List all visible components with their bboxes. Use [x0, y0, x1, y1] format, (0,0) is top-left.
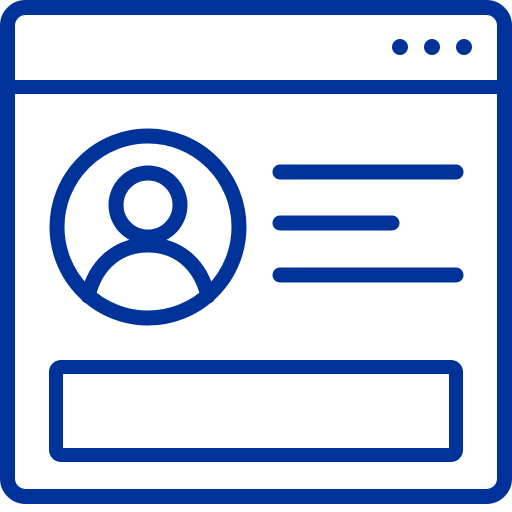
avatar-shoulders: [80, 237, 216, 304]
window-dot-1[interactable]: [392, 39, 408, 55]
avatar-head: [108, 165, 188, 245]
profile-input-box[interactable]: [49, 360, 463, 462]
window-dot-2[interactable]: [424, 39, 440, 55]
window-controls[interactable]: [392, 39, 472, 55]
user-avatar-icon: [49, 128, 247, 326]
profile-text-lines: [272, 164, 464, 283]
browser-window-icon: [0, 0, 512, 504]
profile-card-window-illustration: [0, 0, 512, 512]
window-dot-3[interactable]: [456, 39, 472, 55]
